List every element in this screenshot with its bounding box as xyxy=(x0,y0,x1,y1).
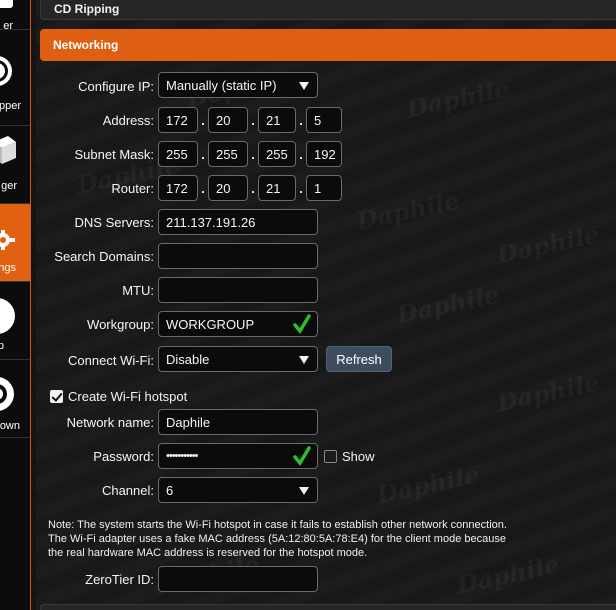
sidebar-item-manager[interactable]: ger xyxy=(0,126,30,204)
valid-check-icon xyxy=(293,446,311,466)
dns-servers-input[interactable]: 211.137.191.26 xyxy=(158,209,318,235)
sidebar-item-label: ger xyxy=(1,180,17,192)
subnet-mask-label: Subnet Mask: xyxy=(74,147,155,162)
router-octet-4[interactable]: 1 xyxy=(306,175,342,201)
address-octet-2[interactable]: 20 xyxy=(208,107,248,133)
section-networking[interactable]: Networking xyxy=(40,29,616,61)
octet-separator: . xyxy=(299,147,303,162)
octet-separator: . xyxy=(251,113,255,128)
section-cd-ripping[interactable]: CD Ripping xyxy=(40,0,616,20)
router-octet-3[interactable]: 21 xyxy=(258,175,296,201)
ripper-icon xyxy=(0,56,12,86)
octet-separator: . xyxy=(251,181,255,196)
sidebar-item-shutdown[interactable]: own xyxy=(0,360,30,438)
watermark: Daphile xyxy=(494,367,602,417)
sidebar-item-help[interactable]: p xyxy=(0,282,30,360)
section-next xyxy=(40,604,616,610)
watermark: Daphile xyxy=(374,459,482,509)
box-icon xyxy=(0,136,16,164)
power-icon xyxy=(0,377,14,411)
zerotier-id-label: ZeroTier ID: xyxy=(85,572,154,587)
section-title: CD Ripping xyxy=(54,2,120,16)
sidebar-item-label: ngs xyxy=(0,262,16,274)
subnet-octet-2[interactable]: 255 xyxy=(208,141,248,167)
subnet-octet-3[interactable]: 255 xyxy=(258,141,296,167)
channel-label: Channel: xyxy=(101,483,154,498)
valid-check-icon xyxy=(293,314,311,334)
network-name-input[interactable]: Daphile xyxy=(158,409,318,435)
sidebar-item-player[interactable]: er xyxy=(0,0,30,32)
channel-select[interactable]: 6 xyxy=(158,477,318,503)
dns-servers-label: DNS Servers: xyxy=(74,215,154,230)
sidebar-item-label: own xyxy=(0,420,20,432)
mtu-input[interactable] xyxy=(158,277,318,303)
create-hotspot-label: Create Wi-Fi hotspot xyxy=(68,389,188,404)
subnet-octet-1[interactable]: 255 xyxy=(158,141,198,167)
gear-icon xyxy=(0,230,15,250)
router-octet-2[interactable]: 20 xyxy=(208,175,248,201)
configure-ip-select[interactable]: Manually (static IP) xyxy=(158,72,318,98)
watermark: Daphile xyxy=(404,73,512,123)
show-password-label: Show xyxy=(342,449,375,464)
zerotier-id-input[interactable] xyxy=(158,566,318,592)
router-octet-1[interactable]: 172 xyxy=(158,175,198,201)
address-octet-3[interactable]: 21 xyxy=(258,107,296,133)
octet-separator: . xyxy=(201,113,205,128)
router-label: Router: xyxy=(111,181,154,196)
octet-separator: . xyxy=(251,147,255,162)
address-label: Address: xyxy=(102,113,154,128)
mtu-label: MTU: xyxy=(122,283,154,298)
octet-separator: . xyxy=(201,181,205,196)
watermark: Daphile xyxy=(354,185,462,235)
watermark: Daphile xyxy=(394,279,502,329)
sidebar: er pper ger ngs p own xyxy=(0,0,31,610)
octet-separator: . xyxy=(299,181,303,196)
address-octet-1[interactable]: 172 xyxy=(158,107,198,133)
help-icon xyxy=(0,298,15,334)
search-domains-label: Search Domains: xyxy=(54,249,154,264)
subnet-octet-4[interactable]: 192 xyxy=(306,141,342,167)
create-hotspot-checkbox[interactable] xyxy=(50,390,63,403)
octet-separator: . xyxy=(201,147,205,162)
settings-panel: Daphile Daphile Daphile Daphile Daphile … xyxy=(36,0,616,610)
network-name-label: Network name: xyxy=(66,415,154,430)
password-value: ••••••••••• xyxy=(166,450,198,462)
search-domains-input[interactable] xyxy=(158,243,318,269)
password-input[interactable]: ••••••••••• xyxy=(158,443,318,469)
section-title: Networking xyxy=(53,38,119,52)
refresh-button[interactable]: Refresh xyxy=(326,346,392,372)
sidebar-item-label: er xyxy=(3,20,13,32)
show-password-checkbox[interactable] xyxy=(324,450,337,463)
sidebar-item-ripper[interactable]: pper xyxy=(0,48,30,126)
address-octet-4[interactable]: 5 xyxy=(306,107,342,133)
workgroup-input[interactable]: WORKGROUP xyxy=(158,311,318,337)
workgroup-label: Workgroup: xyxy=(87,317,154,332)
connect-wifi-select[interactable]: Disable xyxy=(158,346,318,372)
password-label: Password: xyxy=(93,449,154,464)
octet-separator: . xyxy=(299,113,303,128)
connect-wifi-label: Connect Wi-Fi: xyxy=(68,353,154,368)
sidebar-item-label: p xyxy=(0,340,4,352)
sidebar-item-settings[interactable]: ngs xyxy=(0,204,30,282)
wifi-hotspot-note: Note: The system starts the Wi-Fi hotspo… xyxy=(48,519,507,559)
disc-icon xyxy=(0,0,13,8)
sidebar-item-label: pper xyxy=(0,100,21,112)
watermark: Daphile xyxy=(494,219,602,269)
configure-ip-label: Configure IP: xyxy=(78,79,154,94)
workgroup-value: WORKGROUP xyxy=(166,316,255,332)
